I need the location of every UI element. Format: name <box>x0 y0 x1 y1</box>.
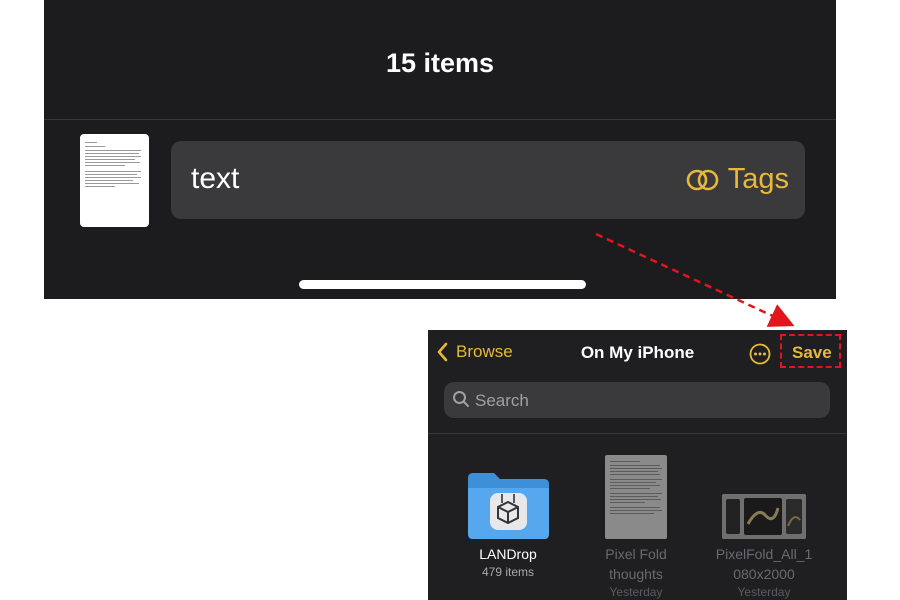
file-subtitle: Yesterday <box>609 585 663 599</box>
file-name-line2: 080x2000 <box>733 566 795 582</box>
document-thumbnail[interactable] <box>605 455 667 539</box>
document-thumbnail <box>80 134 149 227</box>
file-name: LANDrop <box>479 546 537 562</box>
navigation-bar: Browse On My iPhone Save <box>428 330 847 378</box>
file-name-field[interactable]: text Tags <box>171 141 805 219</box>
items-count-title: 15 items <box>385 48 495 78</box>
ellipsis-circle-icon[interactable] <box>749 343 771 365</box>
folder-icon[interactable] <box>466 470 550 540</box>
file-name-value: text <box>191 162 240 195</box>
save-sheet-panel: 15 items text Tags <box>44 0 836 299</box>
home-indicator <box>299 280 586 289</box>
file-item-landrop[interactable]: LANDrop 479 items <box>458 544 558 580</box>
file-subtitle: 479 items <box>481 565 535 579</box>
file-name-line2: thoughts <box>609 566 663 582</box>
file-item-pixel-fold-thoughts[interactable]: Pixel Fold thoughts Yesterday <box>586 544 686 600</box>
file-name-line1: Pixel Fold <box>605 546 667 562</box>
file-item-pixelfold-all[interactable]: PixelFold_All_1 080x2000 Yesterday <box>708 544 820 600</box>
file-subtitle: Yesterday <box>737 585 791 599</box>
tags-label: Tags <box>727 163 789 195</box>
save-highlight-box <box>780 334 841 368</box>
image-thumbnail[interactable] <box>722 494 806 539</box>
tags-button[interactable]: Tags <box>686 163 789 196</box>
search-placeholder: Search <box>475 391 529 410</box>
files-browser-panel: Browse On My iPhone Save Search LANDrop … <box>428 330 847 600</box>
divider <box>44 119 836 120</box>
search-icon <box>453 391 469 407</box>
file-name-line1: PixelFold_All_1 <box>715 546 813 562</box>
tags-icon <box>686 169 719 190</box>
divider <box>428 433 847 434</box>
search-input[interactable]: Search <box>444 382 830 418</box>
